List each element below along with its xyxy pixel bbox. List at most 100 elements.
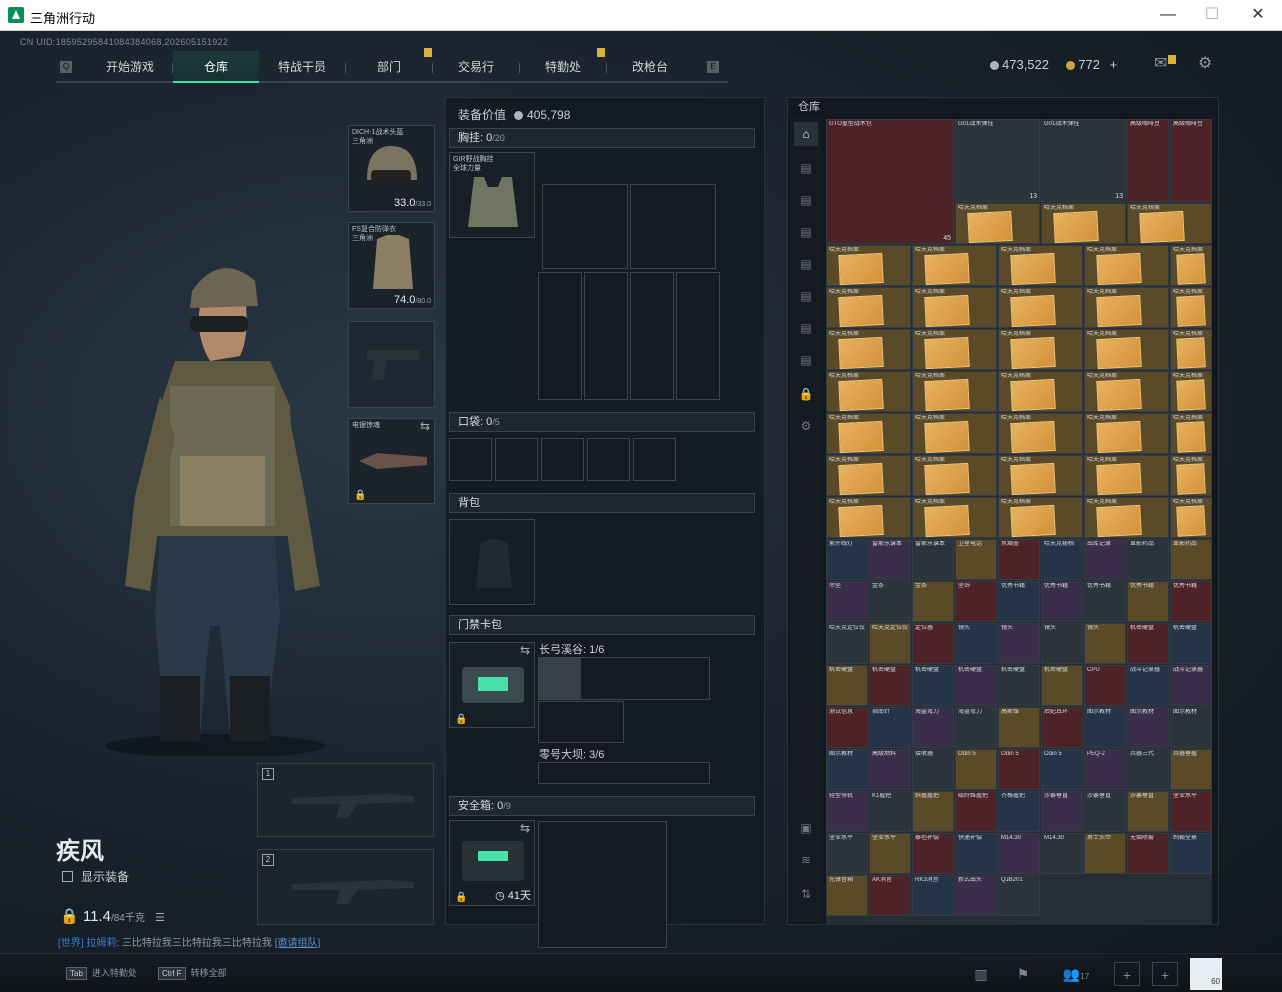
storage-sort-icon[interactable]: ⇅ <box>794 882 818 906</box>
storage-item[interactable]: 机密硬盘 <box>998 665 1040 706</box>
tab-start-game[interactable]: 开始游戏 <box>88 51 172 83</box>
storage-item[interactable]: 定位器 <box>912 623 954 664</box>
secondary-weapon-slot[interactable]: 2 <box>257 849 434 925</box>
storage-tab-icon[interactable]: ▤ <box>794 188 818 212</box>
chest-rig-grid[interactable] <box>538 272 582 400</box>
storage-item[interactable]: 测试信息 <box>826 707 868 748</box>
storage-item[interactable]: 哈夫克档案 <box>998 455 1083 496</box>
pocket-cell[interactable] <box>449 438 492 481</box>
storage-item[interactable]: 机密硬盘 <box>1170 623 1212 664</box>
storage-item[interactable]: 机密硬盘 <box>912 665 954 706</box>
storage-item[interactable]: Odin 5 <box>998 749 1040 790</box>
chest-rig-grid[interactable] <box>676 272 720 400</box>
storage-grid[interactable]: GTO重型战术包 45 G01战术弹挂 13 G01战术弹挂 13 高级咖啡豆 高级咖啡豆 哈夫… <box>826 119 1212 925</box>
storage-item[interactable]: 机密硬盘 <box>955 665 997 706</box>
storage-item[interactable]: G01战术弹挂 13 <box>1041 119 1126 202</box>
storage-item[interactable]: PEQ-2 <box>1084 749 1126 790</box>
storage-item[interactable]: 哈夫克档案 <box>826 329 911 370</box>
tab-gunsmith[interactable]: 改枪台 <box>607 51 693 83</box>
storage-item[interactable]: 哈夫克档案 <box>998 329 1083 370</box>
friends-icon[interactable]: 👥17 <box>1056 962 1096 986</box>
storage-item[interactable]: 机密硬盘 <box>869 665 911 706</box>
storage-item[interactable]: 哈夫克档案 <box>912 287 997 328</box>
tab-special-ops[interactable]: 特勤处 <box>520 51 606 83</box>
storage-item[interactable]: 坠饰 <box>955 581 997 622</box>
storage-item[interactable]: 水烟壶 <box>998 539 1040 580</box>
storage-item[interactable]: 优秀书籍 <box>1041 581 1083 622</box>
pocket-cell[interactable] <box>495 438 538 481</box>
storage-item[interactable]: 金条 <box>869 581 911 622</box>
storage-item[interactable]: 哈夫克档案 <box>912 413 997 454</box>
storage-item[interactable]: RK3消音 <box>912 875 954 916</box>
storage-item[interactable]: 泰坦补偿 <box>912 833 954 874</box>
checkbox[interactable] <box>62 871 73 882</box>
storage-item[interactable]: GTO重型战术包 45 <box>826 119 954 244</box>
storage-item[interactable]: 机密硬盘 <box>826 665 868 706</box>
storage-item[interactable]: 图示教材 <box>826 749 868 790</box>
primary-weapon-slot[interactable]: 1 <box>257 763 434 837</box>
storage-item[interactable]: M14.30 <box>1041 833 1083 874</box>
storage-item[interactable]: 哈夫克档案 <box>1170 455 1212 496</box>
storage-item[interactable]: 卫星电话 <box>955 539 997 580</box>
storage-item[interactable]: 海盗弯刀 <box>912 707 954 748</box>
storage-item[interactable]: 图示教材 <box>1084 707 1126 748</box>
storage-item[interactable]: 哈夫克档案 <box>912 455 997 496</box>
storage-item[interactable]: 雷斯乐谱本 <box>869 539 911 580</box>
storage-tab-icon[interactable]: ▤ <box>794 316 818 340</box>
storage-item[interactable]: 哈夫克档案 <box>1170 245 1212 286</box>
hint-transfer-all[interactable]: Ctrl F 转移全部 <box>158 966 227 980</box>
storage-item[interactable]: 哈夫克档案 <box>1084 497 1169 538</box>
storage-item[interactable]: 哈夫克定位仪 <box>869 623 911 664</box>
storage-item[interactable]: 新式出头 <box>955 875 997 916</box>
storage-item[interactable]: Odin 5 <box>1041 749 1083 790</box>
storage-item[interactable]: 机密硬盘 <box>1127 623 1169 664</box>
storage-item[interactable]: 坚业水平 <box>826 833 868 874</box>
invite-team-link[interactable]: [邀请组队] <box>275 938 321 949</box>
nav-next-key[interactable]: E <box>707 61 719 73</box>
storage-item[interactable]: 图示教材 <box>1127 707 1169 748</box>
storage-item[interactable]: 机密硬盘 <box>1041 665 1083 706</box>
storage-item[interactable]: 高级咖啡豆 <box>1170 119 1212 202</box>
swap-icon[interactable]: ⇆ <box>420 419 430 433</box>
storage-item[interactable]: 哈夫克档案 <box>1084 329 1169 370</box>
storage-item[interactable]: 雷斯乐谱本 <box>912 539 954 580</box>
storage-item[interactable]: 哈夫克档案 <box>826 455 911 496</box>
storage-item[interactable]: 沙暴垂直 <box>1127 791 1169 832</box>
tab-department[interactable]: 部门 <box>346 51 432 83</box>
storage-item[interactable]: 坚业水平 <box>1170 791 1212 832</box>
hint-enter-special-ops[interactable]: Tab 进入特勤处 <box>66 966 137 980</box>
storage-item[interactable]: 哈夫克档案 <box>998 413 1083 454</box>
keycard-case-slot[interactable]: ⇆ 🔒 <box>449 642 535 728</box>
swap-icon[interactable]: ⇆ <box>520 643 530 657</box>
pocket-cell[interactable] <box>587 438 630 481</box>
helmet-slot[interactable]: DICH-1战术头盔 三角洲 33.0/33.0 <box>348 125 435 212</box>
storage-item[interactable]: 哈夫克档案 <box>912 371 997 412</box>
storage-item[interactable]: 哈夫克定位仪 <box>826 623 868 664</box>
keycard-grid[interactable] <box>538 701 624 743</box>
storage-item[interactable]: 沙暴垂直 <box>1084 791 1126 832</box>
storage-item[interactable]: 哈夫克档案 <box>1170 413 1212 454</box>
storage-item[interactable]: 哈夫克档案 <box>1127 203 1212 244</box>
storage-item[interactable]: 高级燃料 <box>869 749 911 790</box>
storage-item[interactable]: 海盗弯刀 <box>955 707 997 748</box>
storage-item[interactable]: 哈夫克档案 <box>1170 371 1212 412</box>
storage-item[interactable]: G01战术弹挂 13 <box>955 119 1040 202</box>
storage-item[interactable]: 高斯锥 <box>998 707 1040 748</box>
storage-item[interactable]: 吊坠 <box>826 581 868 622</box>
storage-stack-icon[interactable]: ≋ <box>794 848 818 872</box>
storage-item[interactable]: 优秀书籍 <box>998 581 1040 622</box>
storage-item[interactable]: 哈夫克档案 <box>1170 497 1212 538</box>
storage-item[interactable]: 兵器垂握 <box>1170 749 1212 790</box>
storage-item[interactable]: 轻型导轨 <box>826 791 868 832</box>
chest-rig-grid[interactable] <box>542 184 628 269</box>
storage-item[interactable]: 无烟喷雾 <box>1127 833 1169 874</box>
storage-item[interactable]: 哈夫克档案 <box>912 329 997 370</box>
pocket-cell[interactable] <box>633 438 676 481</box>
storage-item[interactable]: 金条 <box>912 581 954 622</box>
melee-slot[interactable]: 电锯惊魂 ⇆ 🔒 <box>348 418 435 504</box>
storage-item[interactable]: 男士头巾 <box>1084 833 1126 874</box>
storage-item[interactable]: 哈夫克档案 <box>1084 455 1169 496</box>
flag-icon[interactable]: ⚑ <box>1010 962 1036 986</box>
storage-item[interactable]: QJB201 <box>998 875 1040 916</box>
storage-item[interactable]: 优秀书籍 <box>1170 581 1212 622</box>
